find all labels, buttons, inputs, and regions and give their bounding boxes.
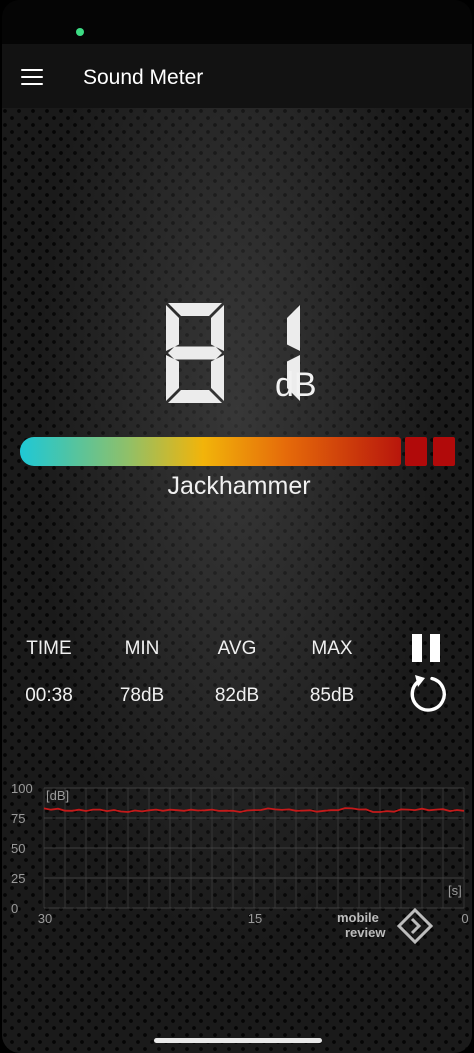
home-indicator[interactable] [154,1038,322,1043]
y-tick-label: 75 [11,811,25,826]
reset-button[interactable] [406,672,450,716]
y-tick-label: 25 [11,871,25,886]
camera-indicator-dot [76,28,84,36]
graph-grid [43,787,465,909]
stat-max-value: 85dB [309,685,355,706]
app-title: Sound Meter [83,66,204,89]
y-tick-label: 100 [11,781,33,796]
level-gauge-bar [20,437,401,466]
graph-y-unit: [dB] [46,788,69,803]
db-reading-display: 81 [166,303,300,403]
stat-max-label: MAX [311,638,353,659]
pause-icon-bar [430,634,440,662]
watermark-text: mobile review [337,910,385,940]
pause-icon [412,634,422,662]
y-tick-label: 0 [11,901,18,916]
stat-min: MIN 78dB [97,638,187,707]
db-unit-label: dB [275,366,317,404]
status-bar [2,0,472,44]
stat-time-value: 00:38 [25,685,73,706]
x-tick-label: 15 [248,911,262,926]
stat-time-label: TIME [26,638,72,659]
stat-time: TIME 00:38 [4,638,94,707]
y-tick-label: 50 [11,841,25,856]
watermark-logo: mobile review [337,908,437,948]
graph-x-unit: [s] [448,883,462,898]
pause-button[interactable] [412,634,442,662]
stat-avg: AVG 82dB [192,638,282,707]
digit-segment [168,390,222,403]
watermark-diamond-icon [397,908,433,944]
hamburger-menu-icon[interactable] [21,69,43,85]
watermark-line1: mobile [337,910,379,925]
refresh-icon [410,675,446,712]
level-gauge-segment [405,437,427,466]
digit-segment [168,303,222,316]
digit-segment [168,346,222,360]
phone-screen: Sound Meter 81 dB Jackhammer TIME 00:38 … [2,0,472,1053]
watermark-line2: review [345,925,386,940]
stat-min-value: 78dB [119,685,165,706]
meter-panel: 81 dB Jackhammer TIME 00:38 MIN 78dB AVG… [2,108,472,1053]
app-bar: Sound Meter [2,44,472,108]
level-gauge-segment [433,437,455,466]
digit-segment [287,305,300,351]
stat-avg-label: AVG [217,638,257,659]
stat-max: MAX 85dB [287,638,377,707]
sound-description: Jackhammer [167,472,311,500]
stat-min-label: MIN [124,638,160,659]
x-tick-label: 30 [38,911,52,926]
x-tick-label: 0 [461,911,468,926]
graph-y-ticks: 100 75 50 25 0 [11,781,33,916]
stat-avg-value: 82dB [214,685,260,706]
